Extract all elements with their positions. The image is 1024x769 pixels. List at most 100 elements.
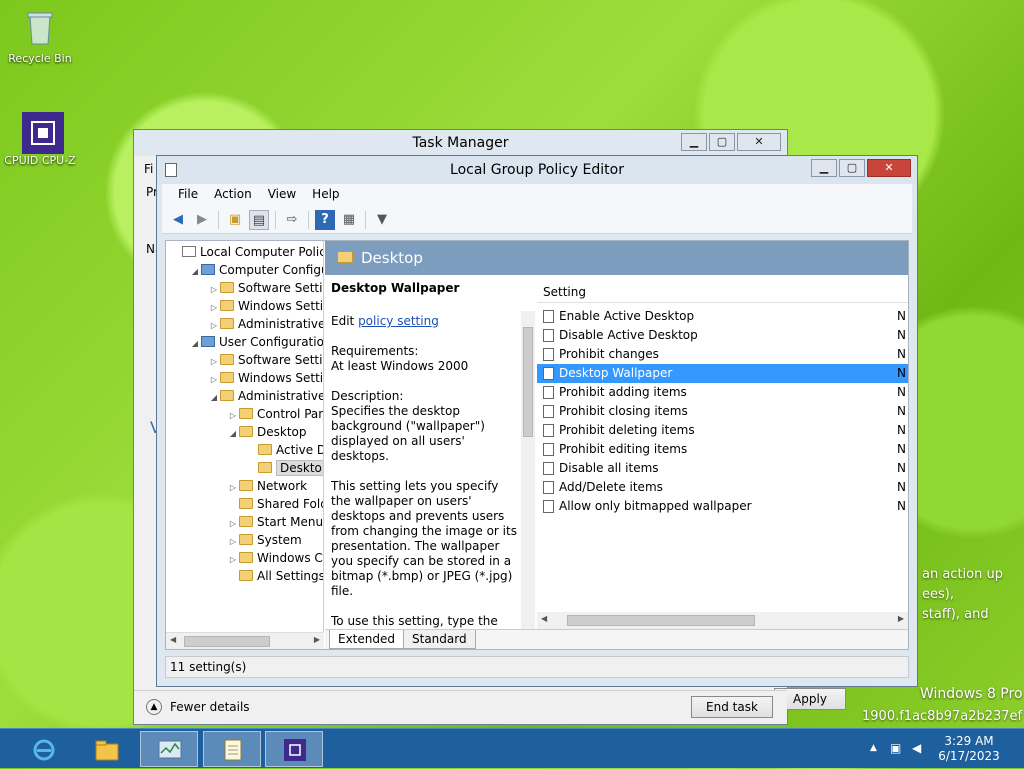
tree-item[interactable]: All Settings: [166, 567, 323, 585]
tree-item[interactable]: ▷Windows Setting: [166, 369, 323, 387]
setting-row[interactable]: Prohibit changes N: [537, 345, 908, 364]
setting-row[interactable]: Disable all items N: [537, 459, 908, 478]
back-arrow-icon[interactable]: ◀: [168, 210, 188, 230]
scrollbar-thumb[interactable]: [523, 327, 533, 437]
up-folder-icon[interactable]: ▣: [225, 210, 245, 230]
setting-row[interactable]: Prohibit editing items N: [537, 440, 908, 459]
menu-view[interactable]: View: [262, 184, 302, 206]
export-list-icon[interactable]: ⇨: [282, 210, 302, 230]
tree-item[interactable]: ▷Windows Cor: [166, 549, 323, 567]
tree-item[interactable]: Shared Folder: [166, 495, 323, 513]
taskbar-internet-explorer[interactable]: [14, 731, 72, 767]
volume-muted-icon[interactable]: ◀: [912, 741, 921, 755]
taskbar-cpu-z[interactable]: [265, 731, 323, 767]
end-task-button[interactable]: End task: [691, 696, 773, 718]
folder-icon: [220, 372, 234, 383]
setting-row[interactable]: Desktop Wallpaper N: [537, 364, 908, 383]
setting-name: Add/Delete items: [559, 480, 663, 494]
details-header-title: Desktop: [361, 249, 423, 267]
tree-item[interactable]: ◢ Desktop: [166, 423, 323, 441]
show-hide-tree-icon[interactable]: ▤: [249, 209, 269, 230]
task-manager-menu-fragment[interactable]: Fi: [144, 162, 153, 176]
tree-item-label: Local Computer Policy: [200, 245, 324, 259]
tree-item-label: Control Panel: [257, 407, 323, 421]
column-header-setting[interactable]: Setting: [537, 281, 908, 303]
policy-setting-icon: [543, 329, 554, 342]
policy-setting-icon: [543, 500, 554, 513]
windows-edition-watermark: Windows 8 Pro: [920, 686, 1023, 702]
group-policy-editor-window[interactable]: Local Group Policy Editor ▁ ▢ ✕ File Act…: [156, 155, 918, 687]
taskbar-group-policy-editor[interactable]: [203, 731, 261, 767]
tree-item[interactable]: Local Computer Policy: [166, 243, 323, 261]
setting-row[interactable]: Prohibit closing items N: [537, 402, 908, 421]
setting-row[interactable]: Prohibit adding items N: [537, 383, 908, 402]
show-hidden-icons-icon[interactable]: ▲: [870, 743, 877, 753]
tab-standard[interactable]: Standard: [403, 630, 476, 649]
scroll-right-arrow-icon[interactable]: ▶: [898, 614, 904, 623]
task-manager-title: Task Manager: [412, 135, 509, 151]
scrollbar-thumb[interactable]: [184, 636, 270, 647]
setting-row[interactable]: Add/Delete items N: [537, 478, 908, 497]
tree-item[interactable]: ▷Software Settings: [166, 351, 323, 369]
gpe-content: Local Computer Policy ◢Computer Configura…: [165, 240, 909, 650]
tree-item[interactable]: ◢ User Configuration: [166, 333, 323, 351]
close-button[interactable]: ✕: [737, 133, 781, 151]
close-button[interactable]: ✕: [867, 159, 911, 177]
tree-item[interactable]: ▷ Network: [166, 477, 323, 495]
fewer-details-toggle[interactable]: ▲ Fewer details: [146, 699, 250, 715]
properties-icon[interactable]: ▦: [339, 210, 359, 230]
setting-row[interactable]: Disable Active Desktop N: [537, 326, 908, 345]
help-icon[interactable]: ?: [315, 209, 335, 230]
scroll-right-arrow-icon[interactable]: ▶: [314, 635, 320, 644]
network-icon[interactable]: ▣: [890, 741, 901, 755]
tree-item[interactable]: ◢Administrative Te: [166, 387, 323, 405]
tree-item[interactable]: ▷Control Panel: [166, 405, 323, 423]
tree-item[interactable]: ◢Computer Configura: [166, 261, 323, 279]
tree-horizontal-scrollbar[interactable]: ◀ ▶: [166, 632, 324, 649]
description-paragraph-3: To use this setting, type the fully qual…: [331, 614, 498, 628]
tree-item[interactable]: ▷Administrative Te: [166, 315, 323, 333]
setting-state: N: [897, 328, 906, 342]
taskbar-task-manager[interactable]: [140, 731, 198, 767]
tree-item[interactable]: ▷ System: [166, 531, 323, 549]
setting-row[interactable]: Enable Active Desktop N: [537, 307, 908, 326]
folder-icon: [258, 444, 272, 455]
menu-file[interactable]: File: [172, 184, 204, 206]
edit-policy-setting-link[interactable]: policy setting: [358, 314, 439, 328]
maximize-button[interactable]: ▢: [709, 133, 735, 151]
minimize-button[interactable]: ▁: [681, 133, 707, 151]
tree-item[interactable]: ▷Software Settings: [166, 279, 323, 297]
task-manager-titlebar[interactable]: Task Manager ▁ ▢ ✕: [134, 130, 787, 156]
clock[interactable]: 3:29 AM 6/17/2023: [934, 734, 1004, 764]
menu-action[interactable]: Action: [208, 184, 258, 206]
description-scrollbar[interactable]: [521, 311, 535, 629]
list-horizontal-scrollbar[interactable]: ◀ ▶: [537, 612, 908, 629]
tree-item[interactable]: Desktop: [166, 459, 323, 477]
filter-icon[interactable]: ▼: [372, 210, 392, 230]
policy-setting-icon: [543, 348, 554, 361]
minimize-button[interactable]: ▁: [811, 159, 837, 177]
recycle-bin-shortcut[interactable]: Recycle Bin: [0, 8, 80, 65]
policy-setting-icon: [543, 481, 554, 494]
scroll-left-arrow-icon[interactable]: ◀: [170, 635, 176, 644]
setting-name: Desktop Wallpaper: [559, 366, 673, 380]
background-text-1: an action up: [922, 567, 1003, 582]
forward-arrow-icon[interactable]: ▶: [192, 210, 212, 230]
tree-item[interactable]: ▷Start Menu ar: [166, 513, 323, 531]
edit-prefix: Edit: [331, 314, 359, 328]
menu-help[interactable]: Help: [306, 184, 345, 206]
tree-item[interactable]: ▷Windows Setting: [166, 297, 323, 315]
scroll-left-arrow-icon[interactable]: ◀: [541, 614, 547, 623]
folder-icon: [239, 552, 253, 563]
tree-item[interactable]: Active Dir: [166, 441, 323, 459]
setting-row[interactable]: Allow only bitmapped wallpaper N: [537, 497, 908, 516]
tab-extended[interactable]: Extended: [329, 630, 404, 649]
fewer-details-label: Fewer details: [170, 700, 250, 714]
toolbar-separator: [365, 210, 366, 229]
scrollbar-thumb[interactable]: [567, 615, 755, 626]
taskbar-file-explorer[interactable]: [77, 731, 135, 767]
gpe-titlebar[interactable]: Local Group Policy Editor ▁ ▢ ✕: [157, 156, 917, 184]
maximize-button[interactable]: ▢: [839, 159, 865, 177]
setting-row[interactable]: Prohibit deleting items N: [537, 421, 908, 440]
cpu-z-shortcut[interactable]: CPUID CPU-Z: [0, 110, 80, 167]
